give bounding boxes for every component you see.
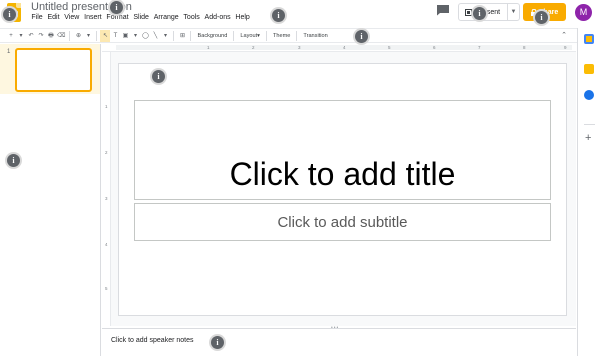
ruler-tick-label: 3: [298, 45, 301, 50]
info-marker: i: [355, 30, 368, 43]
title-placeholder-text: Click to add title: [229, 156, 456, 192]
comment-icon[interactable]: ⊞: [177, 30, 187, 42]
comment-history-icon[interactable]: [436, 4, 450, 16]
side-panel-divider: [584, 124, 595, 125]
line-caret[interactable]: ▾: [160, 30, 170, 42]
menu-edit[interactable]: Edit: [45, 14, 62, 21]
ruler-tick-label: 6: [433, 45, 436, 50]
horizontal-ruler: 1 2 3 4 5 6 7 8 9: [102, 44, 576, 52]
transition-button[interactable]: Transition: [300, 33, 330, 39]
zoom-icon[interactable]: ⊕: [73, 30, 83, 42]
redo-icon[interactable]: ↷: [36, 30, 46, 42]
info-marker: i: [272, 9, 285, 22]
menu-tools[interactable]: Tools: [181, 14, 202, 21]
info-marker: i: [152, 70, 165, 83]
keep-icon[interactable]: [584, 64, 594, 74]
info-marker: i: [110, 1, 123, 14]
menu-view[interactable]: View: [62, 14, 82, 21]
ruler-tick-label: 4: [105, 242, 108, 247]
toolbar-divider: [265, 30, 267, 41]
ruler-tick-label: 1: [207, 45, 210, 50]
toolbar-divider: [190, 30, 192, 41]
info-marker: i: [535, 11, 548, 24]
ruler-tick-label: 3: [105, 196, 108, 201]
vertical-ruler: 1 2 3 4 5: [102, 52, 111, 326]
speaker-notes[interactable]: Click to add speaker notes: [102, 328, 576, 356]
menu-bar: File Edit View Insert Format Slide Arran…: [29, 14, 252, 21]
toolbar-divider: [233, 30, 235, 41]
menu-addons[interactable]: Add-ons: [202, 14, 233, 21]
account-avatar[interactable]: M: [575, 4, 592, 21]
get-addons-icon[interactable]: +: [585, 132, 591, 144]
toolbar-divider: [173, 30, 175, 41]
info-marker: i: [473, 7, 486, 20]
ruler-tick-label: 1: [105, 104, 108, 109]
theme-button[interactable]: Theme: [270, 33, 293, 39]
info-marker: i: [7, 154, 20, 167]
slide-thumbnail[interactable]: [15, 48, 92, 92]
ruler-tick-label: 2: [252, 45, 255, 50]
shape-icon[interactable]: ◯: [140, 30, 150, 42]
slide-number: 1: [7, 49, 11, 55]
tasks-icon[interactable]: [584, 90, 594, 100]
paint-format-icon[interactable]: ⌫: [56, 30, 66, 42]
print-icon[interactable]: 🖶: [46, 30, 56, 42]
title-placeholder[interactable]: Click to add title: [134, 100, 551, 200]
menu-help[interactable]: Help: [233, 14, 252, 21]
ruler-tick-label: 5: [388, 45, 391, 50]
ruler-tick-label: 2: [105, 150, 108, 155]
undo-icon[interactable]: ↶: [26, 30, 36, 42]
present-button[interactable]: Present ▼: [458, 3, 520, 21]
info-marker: i: [211, 336, 224, 349]
line-icon[interactable]: ╲: [150, 30, 160, 42]
layout-button[interactable]: Layout▾: [237, 33, 263, 39]
present-options-caret[interactable]: ▼: [507, 4, 519, 20]
zoom-caret[interactable]: ▾: [83, 30, 93, 42]
present-icon: [465, 8, 472, 16]
select-tool-icon[interactable]: ↖: [100, 29, 111, 42]
ruler-tick-label: 5: [105, 286, 108, 291]
ruler-tick-label: 7: [478, 45, 481, 50]
image-icon[interactable]: ▣: [120, 30, 130, 42]
layout-caret: ▾: [257, 32, 260, 39]
menu-insert[interactable]: Insert: [82, 14, 104, 21]
menu-format[interactable]: Format: [104, 14, 131, 21]
menu-file[interactable]: File: [29, 14, 45, 21]
subtitle-placeholder-text: Click to add subtitle: [277, 213, 408, 231]
toolbar-divider: [96, 30, 98, 41]
calendar-icon[interactable]: [584, 34, 594, 44]
toolbar-divider: [296, 30, 298, 41]
menu-slide[interactable]: Slide: [131, 14, 151, 21]
ruler-tick-label: 4: [343, 45, 346, 50]
toolbar: + ▾ ↶ ↷ 🖶 ⌫ ⊕ ▾ ↖ T ▣ ▾ ◯ ╲ ▾ ⊞ Backgrou…: [0, 28, 577, 43]
image-caret[interactable]: ▾: [130, 30, 140, 42]
side-panel: +: [577, 28, 600, 356]
background-button[interactable]: Background: [194, 33, 230, 39]
subtitle-placeholder[interactable]: Click to add subtitle: [134, 203, 551, 241]
info-marker: i: [3, 8, 16, 21]
collapse-menus-icon[interactable]: ⌃: [561, 31, 567, 39]
ruler-tick-label: 9: [564, 45, 567, 50]
layout-label: Layout: [240, 32, 258, 39]
speaker-notes-placeholder: Click to add speaker notes: [111, 337, 194, 344]
new-slide-button[interactable]: +: [6, 30, 16, 42]
ruler-tick-label: 8: [523, 45, 526, 50]
new-slide-layout-caret[interactable]: ▾: [16, 30, 26, 42]
toolbar-divider: [69, 30, 71, 41]
slide-filmstrip: 1: [0, 44, 101, 356]
textbox-icon[interactable]: T: [110, 30, 120, 42]
menu-arrange[interactable]: Arrange: [151, 14, 181, 21]
